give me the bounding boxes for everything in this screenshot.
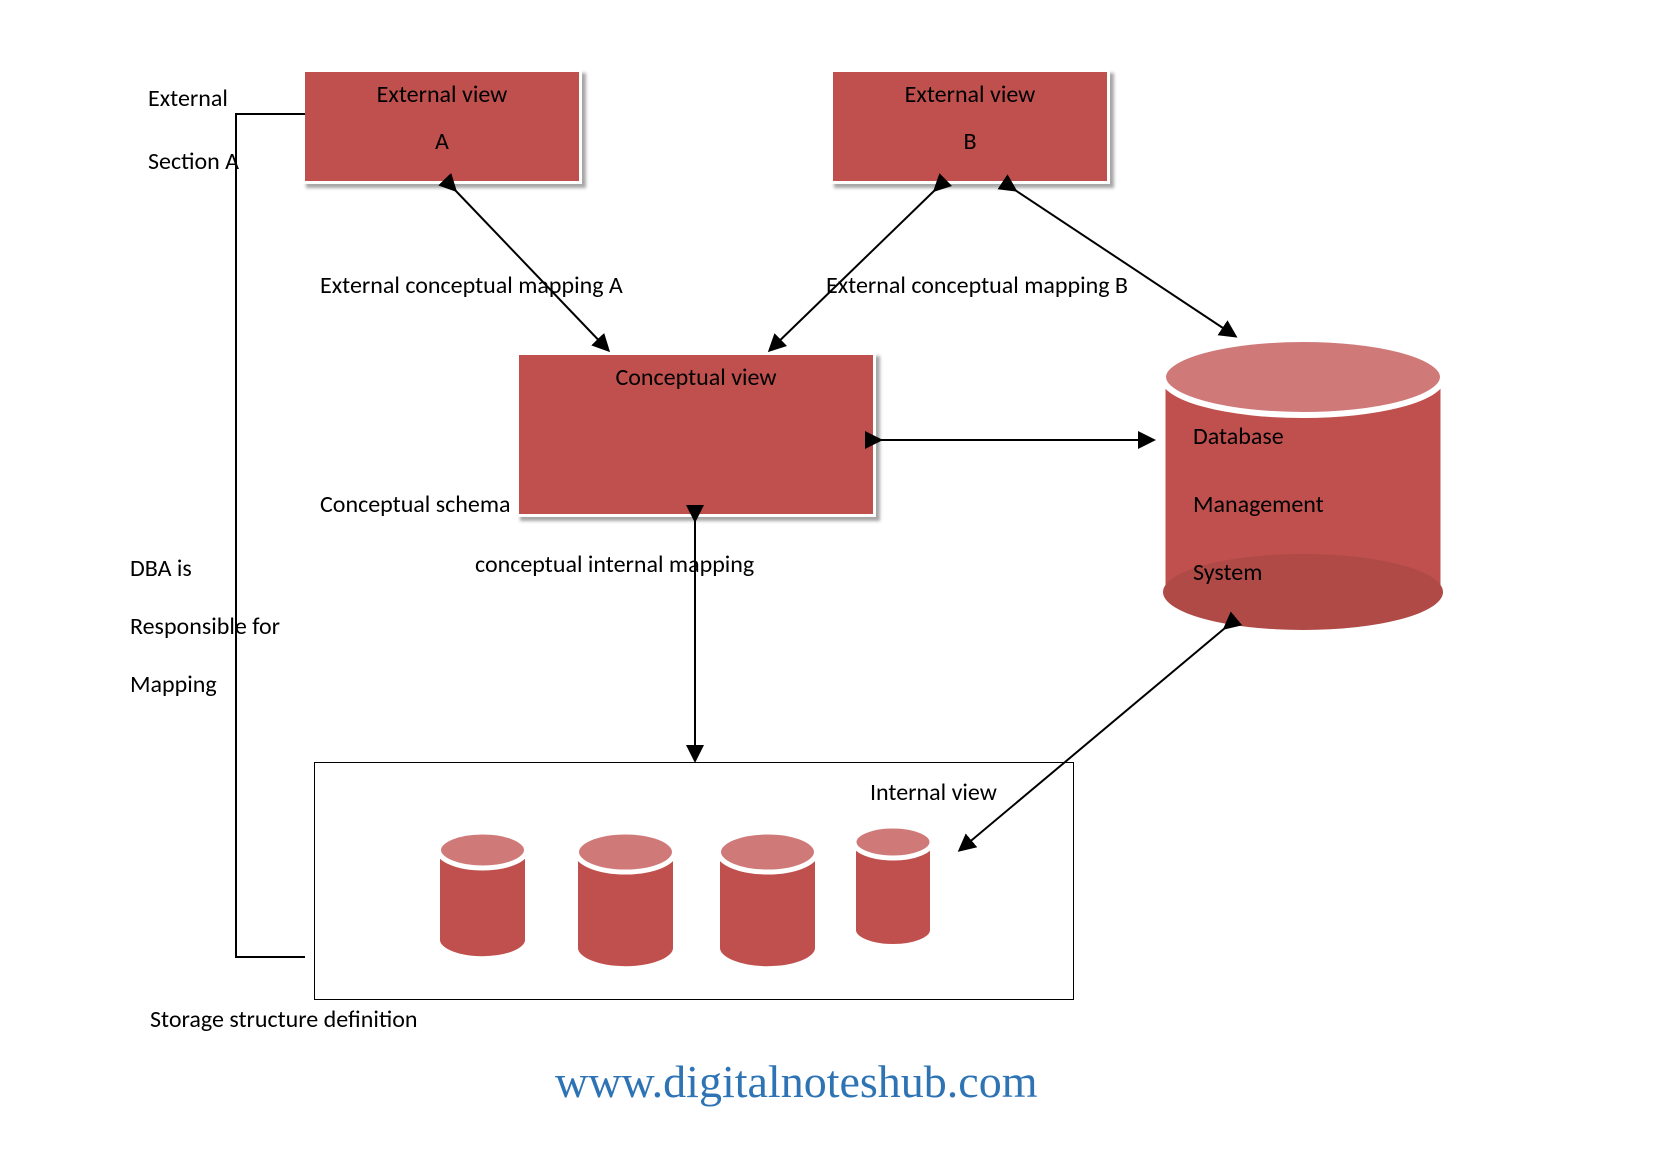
label-external: External: [148, 84, 228, 113]
label-mapping-b: External conceptual mapping B: [826, 271, 1128, 300]
box-conceptual-view: Conceptual view: [516, 352, 876, 517]
box-external-view-a: External view A: [302, 69, 582, 184]
label-internal-view: Internal view: [870, 778, 997, 807]
ext-a-line2: A: [435, 127, 449, 156]
conceptual-line1: Conceptual view: [615, 363, 776, 392]
dbms-cylinder: [1153, 322, 1453, 642]
box-external-view-b: External view B: [830, 69, 1110, 184]
dbms-line1: Database: [1193, 422, 1284, 451]
dbms-line3: System: [1193, 558, 1262, 587]
label-section-a: Section A: [148, 147, 239, 176]
dbms-line2: Management: [1193, 490, 1324, 519]
ext-b-line2: B: [963, 127, 976, 156]
storage-cylinder-3: [710, 828, 825, 978]
left-bracket: [235, 113, 305, 958]
label-mapping-a: External conceptual mapping A: [320, 271, 623, 300]
ext-b-line1: External view: [905, 80, 1036, 109]
storage-cylinder-1: [430, 828, 535, 968]
label-conceptual-schema: Conceptual schema: [320, 490, 511, 519]
watermark: www.digitalnoteshub.com: [555, 1055, 1038, 1108]
label-storage-def: Storage structure definition: [150, 1005, 417, 1034]
label-conceptual-internal: conceptual internal mapping: [475, 550, 754, 579]
storage-cylinder-2: [568, 828, 683, 978]
ext-a-line1: External view: [377, 80, 508, 109]
storage-cylinder-4: [847, 822, 939, 957]
